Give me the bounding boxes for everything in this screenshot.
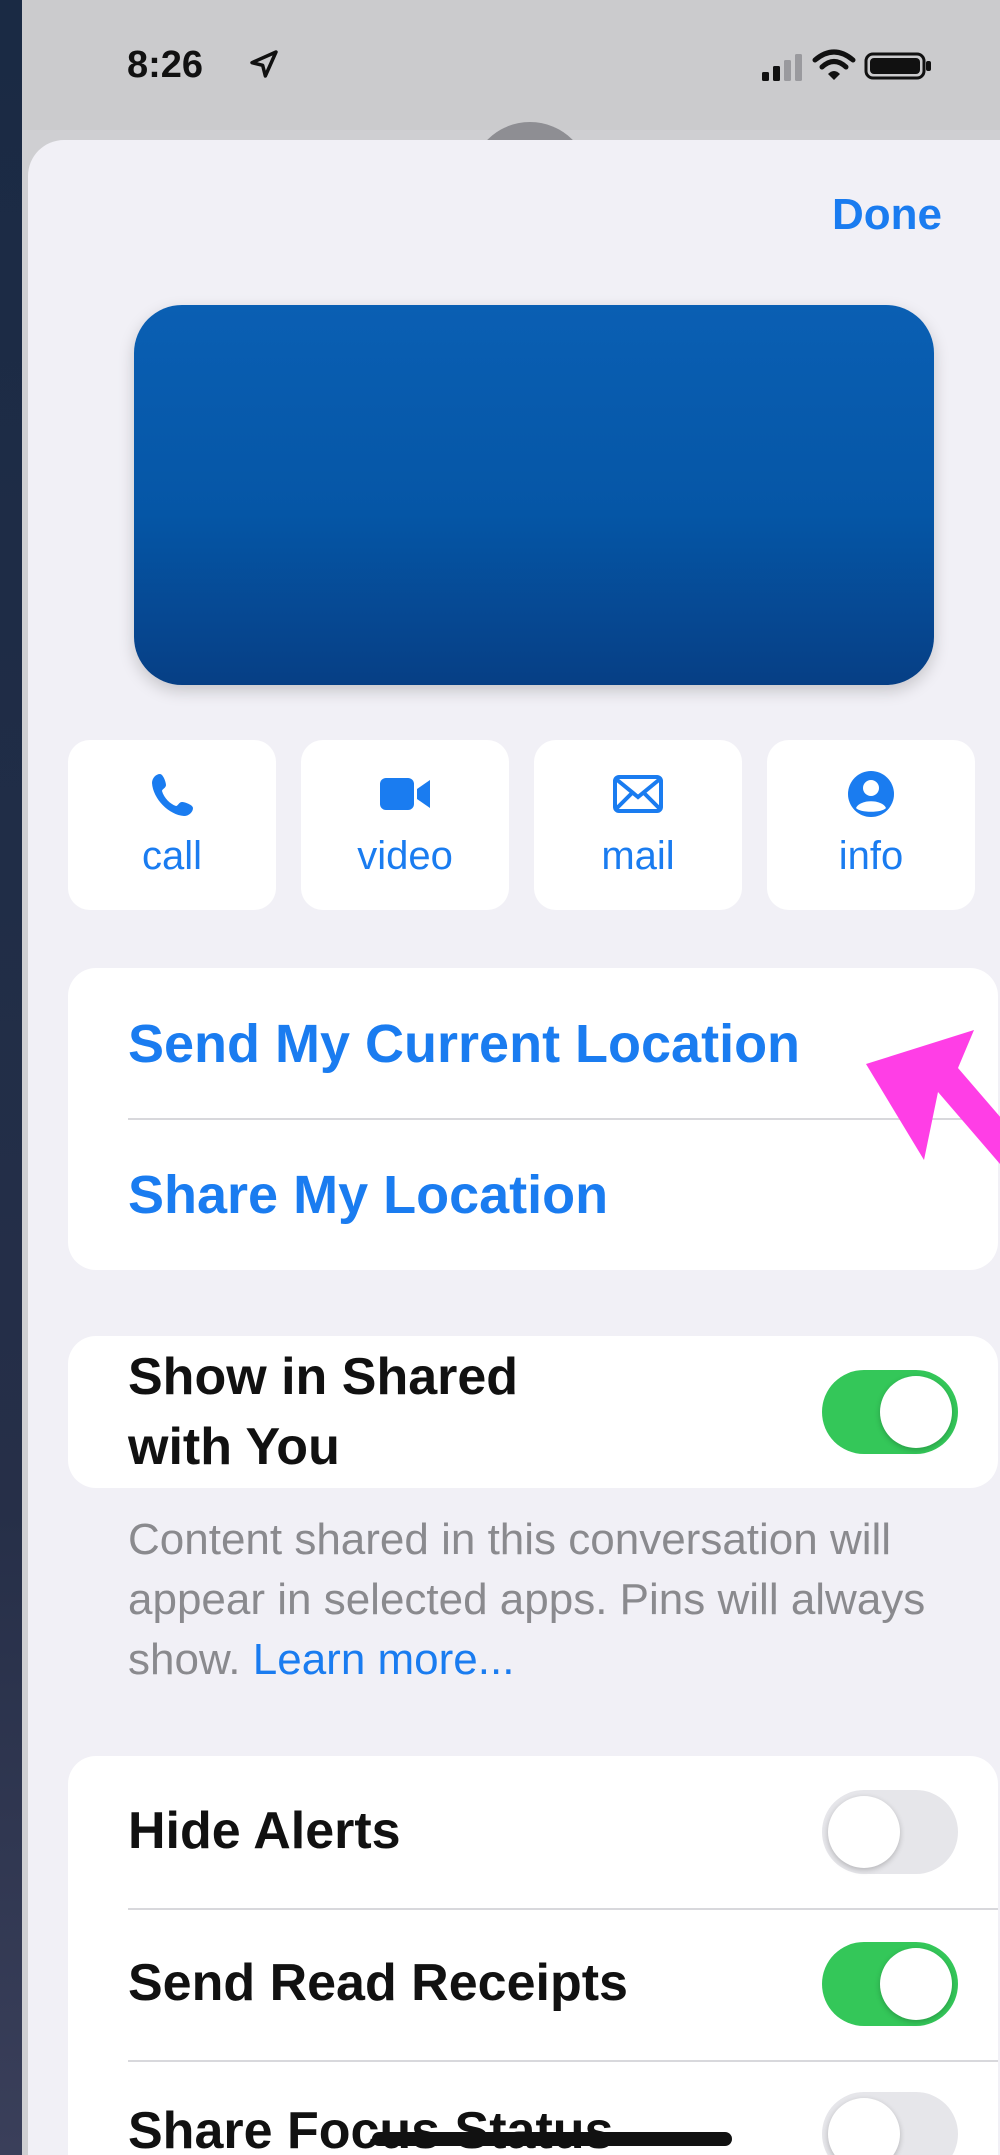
status-bar: 8:26 — [22, 0, 1000, 130]
shared-with-you-label-line2: with You — [128, 1418, 340, 1476]
phone-icon — [152, 774, 193, 816]
toggle-knob — [880, 1948, 952, 2020]
location-group: Send My Current Location Share My Locati… — [68, 968, 998, 1270]
quick-actions: call video mail info — [68, 740, 998, 910]
conversation-settings-group: Hide Alerts Send Read Receipts Share Foc… — [68, 1756, 998, 2155]
learn-more-link[interactable]: Learn more... — [253, 1635, 515, 1684]
divider — [128, 1908, 998, 1910]
share-focus-status-toggle[interactable] — [822, 2092, 958, 2155]
action-label: call — [141, 834, 203, 878]
video-camera-icon — [380, 778, 430, 810]
call-button[interactable]: call — [68, 740, 276, 910]
shared-with-you-toggle[interactable] — [822, 1370, 958, 1454]
send-read-receipts-label: Send Read Receipts — [128, 1954, 628, 2012]
footnote-text: Content shared in this conversation will… — [128, 1515, 926, 1684]
hide-alerts-toggle[interactable] — [822, 1790, 958, 1874]
toggle-knob — [828, 2098, 900, 2155]
phone-screen: 8:26 Done call video mail info Send My C… — [22, 0, 1000, 2155]
divider — [128, 2060, 998, 2062]
action-label: video — [357, 834, 453, 878]
action-label: mail — [601, 834, 675, 878]
location-arrow-icon — [250, 50, 278, 78]
send-current-location-button[interactable]: Send My Current Location — [128, 1013, 800, 1075]
battery-icon — [864, 52, 931, 80]
person-circle-icon — [848, 771, 894, 817]
home-indicator[interactable] — [372, 2132, 732, 2146]
annotation-arrow-icon — [866, 1030, 1000, 1164]
shared-with-you-footnote: Content shared in this conversation will… — [128, 1510, 928, 1690]
status-time: 8:26 — [127, 44, 204, 86]
send-read-receipts-toggle[interactable] — [822, 1942, 958, 2026]
mail-button[interactable]: mail — [534, 740, 742, 910]
envelope-icon — [613, 775, 663, 813]
shared-with-you-group: Show in Shared with You — [68, 1336, 998, 1488]
shared-with-you-label-line1: Show in Shared — [128, 1348, 519, 1406]
cellular-signal-icon — [762, 54, 802, 81]
share-my-location-button[interactable]: Share My Location — [128, 1164, 608, 1226]
hide-alerts-label: Hide Alerts — [128, 1802, 401, 1860]
action-label: info — [838, 834, 904, 878]
share-focus-status-label: Share Focus Status — [128, 2102, 614, 2155]
done-button[interactable]: Done — [832, 190, 942, 240]
toggle-knob — [828, 1796, 900, 1868]
contact-header-card — [134, 305, 934, 685]
video-button[interactable]: video — [301, 740, 509, 910]
wifi-icon — [812, 49, 856, 80]
info-button[interactable]: info — [767, 740, 975, 910]
shared-with-you-label: Show in Shared with You — [128, 1342, 518, 1482]
toggle-knob — [880, 1376, 952, 1448]
